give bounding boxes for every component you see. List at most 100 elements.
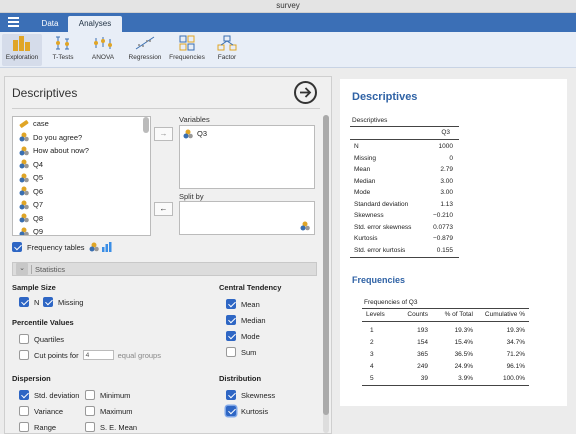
toolbar-frequencies[interactable]: Frequencies [168, 34, 206, 66]
arrow-right-circle-icon [300, 87, 312, 98]
options-panel: Descriptives case Do you agree? How abou… [4, 76, 332, 434]
variable-item-q9[interactable]: Q9 [13, 225, 150, 235]
tab-analyses[interactable]: Analyses [68, 16, 122, 32]
variable-item-case[interactable]: case [13, 117, 150, 131]
ordinal-variable-icon [19, 132, 29, 142]
table-row: N 1000 [354, 143, 453, 150]
toolbar-ttests[interactable]: T-Tests [46, 34, 80, 66]
se-mean-checkbox[interactable] [85, 422, 95, 432]
se-mean-option[interactable]: S. E. Mean [85, 422, 137, 432]
variable-list-scrollbar[interactable] [143, 117, 149, 133]
variable-item-how-about-now[interactable]: How about now? [13, 144, 150, 158]
mode-option[interactable]: Mode [226, 331, 260, 341]
missing-option[interactable]: Missing [43, 297, 83, 307]
descriptives-header-row: Q3 [441, 129, 450, 136]
ordinal-variable-icon [19, 173, 29, 183]
split-by-label: Split by [179, 192, 204, 201]
median-option[interactable]: Median [226, 315, 266, 325]
split-by-target-box[interactable] [179, 201, 315, 235]
range-option[interactable]: Range [19, 422, 56, 432]
frequency-tables-option[interactable]: Frequency tables [12, 242, 112, 252]
table-rule [362, 321, 529, 322]
sum-option[interactable]: Sum [226, 347, 256, 357]
table-rule [362, 308, 529, 309]
move-from-split-button[interactable]: ← [154, 202, 173, 216]
table-row: 4 249 24.9% 96.1% [370, 363, 525, 370]
table-row: Median 3.00 [354, 177, 453, 185]
skewness-option[interactable]: Skewness [226, 390, 275, 400]
move-to-variables-button[interactable]: → [154, 127, 173, 141]
maximum-option[interactable]: Maximum [85, 406, 133, 416]
std-deviation-checkbox[interactable] [19, 390, 29, 400]
sum-checkbox[interactable] [226, 347, 236, 357]
options-scroll-thumb[interactable] [323, 115, 329, 415]
table-row: Kurtosis −0.879 [354, 235, 453, 242]
variable-item-do-you-agree[interactable]: Do you agree? [13, 131, 150, 145]
ttest-icon [56, 36, 69, 50]
variables-target-box[interactable]: Q3 [179, 125, 315, 189]
minimum-option[interactable]: Minimum [85, 390, 130, 400]
std-deviation-option[interactable]: Std. deviation [19, 390, 79, 400]
table-row: 5 39 3.9% 100.0% [370, 375, 525, 382]
tab-data[interactable]: Data [33, 16, 67, 32]
n-option[interactable]: N [19, 297, 39, 307]
window-titlebar: survey [0, 0, 576, 13]
percentile-values-heading: Percentile Values [12, 318, 74, 327]
run-analysis-button[interactable] [294, 81, 317, 104]
variance-option[interactable]: Variance [19, 406, 63, 416]
ordinal-variable-icon [19, 213, 29, 223]
variables-label: Variables [179, 115, 210, 124]
mode-checkbox[interactable] [226, 331, 236, 341]
variable-item-q7[interactable]: Q7 [13, 198, 150, 212]
cut-points-option[interactable]: Cut points for 4 equal groups [19, 350, 161, 360]
table-rule [362, 385, 529, 386]
toolbar-regression[interactable]: Regression [126, 34, 164, 66]
options-scrollbar[interactable] [323, 115, 329, 433]
cut-points-input[interactable]: 4 [82, 350, 114, 360]
ordinal-variable-icon [19, 159, 29, 169]
skewness-checkbox[interactable] [226, 390, 236, 400]
table-row: Std. error skewness 0.0773 [354, 223, 453, 231]
mean-checkbox[interactable] [226, 299, 236, 309]
ordinal-variable-icon [183, 129, 193, 139]
hamburger-menu-icon[interactable] [8, 17, 19, 28]
variable-item-q5[interactable]: Q5 [13, 171, 150, 185]
cut-points-checkbox[interactable] [19, 350, 29, 360]
descriptives-table-caption: Descriptives [352, 117, 388, 124]
ordinal-variable-icon [19, 186, 29, 196]
selected-variable-q3[interactable]: Q3 [180, 127, 314, 141]
variance-checkbox[interactable] [19, 406, 29, 416]
kurtosis-checkbox[interactable] [226, 406, 236, 416]
dispersion-heading: Dispersion [12, 374, 51, 383]
source-variable-list[interactable]: case Do you agree? How about now? Q4 Q5 … [12, 116, 151, 236]
window-title: survey [276, 1, 300, 10]
bar-chart-icon [101, 242, 112, 252]
anova-icon [94, 37, 112, 49]
table-row: Std. error kurtosis 0.155 [354, 246, 453, 254]
toolbar-factor[interactable]: Factor [212, 34, 242, 66]
mean-option[interactable]: Mean [226, 299, 260, 309]
frequency-tables-checkbox[interactable] [12, 242, 22, 252]
toolbar-exploration[interactable]: Exploration [2, 34, 42, 66]
quartiles-checkbox[interactable] [19, 334, 29, 344]
n-checkbox[interactable] [19, 297, 29, 307]
minimum-checkbox[interactable] [85, 390, 95, 400]
nominal-variable-icon [89, 242, 99, 252]
factor-icon [217, 35, 237, 51]
variable-item-q8[interactable]: Q8 [13, 212, 150, 226]
variable-item-q6[interactable]: Q6 [13, 185, 150, 199]
analyses-toolbar: Exploration T-Tests ANOVA Regression Fre… [0, 32, 576, 68]
toolbar-anova[interactable]: ANOVA [86, 34, 120, 66]
table-row: Missing 0 [354, 154, 453, 162]
maximum-checkbox[interactable] [85, 406, 95, 416]
table-rule [350, 126, 459, 127]
range-checkbox[interactable] [19, 422, 29, 432]
quartiles-option[interactable]: Quartiles [19, 334, 64, 344]
variable-item-q4[interactable]: Q4 [13, 158, 150, 172]
table-rule [350, 139, 459, 140]
median-checkbox[interactable] [226, 315, 236, 325]
missing-checkbox[interactable] [43, 297, 53, 307]
statistics-section-toggle[interactable]: ⌄ Statistics [12, 262, 317, 276]
frequencies-header-row: Levels Counts % of Total Cumulative % [366, 311, 525, 318]
kurtosis-option[interactable]: Kurtosis [226, 406, 268, 416]
